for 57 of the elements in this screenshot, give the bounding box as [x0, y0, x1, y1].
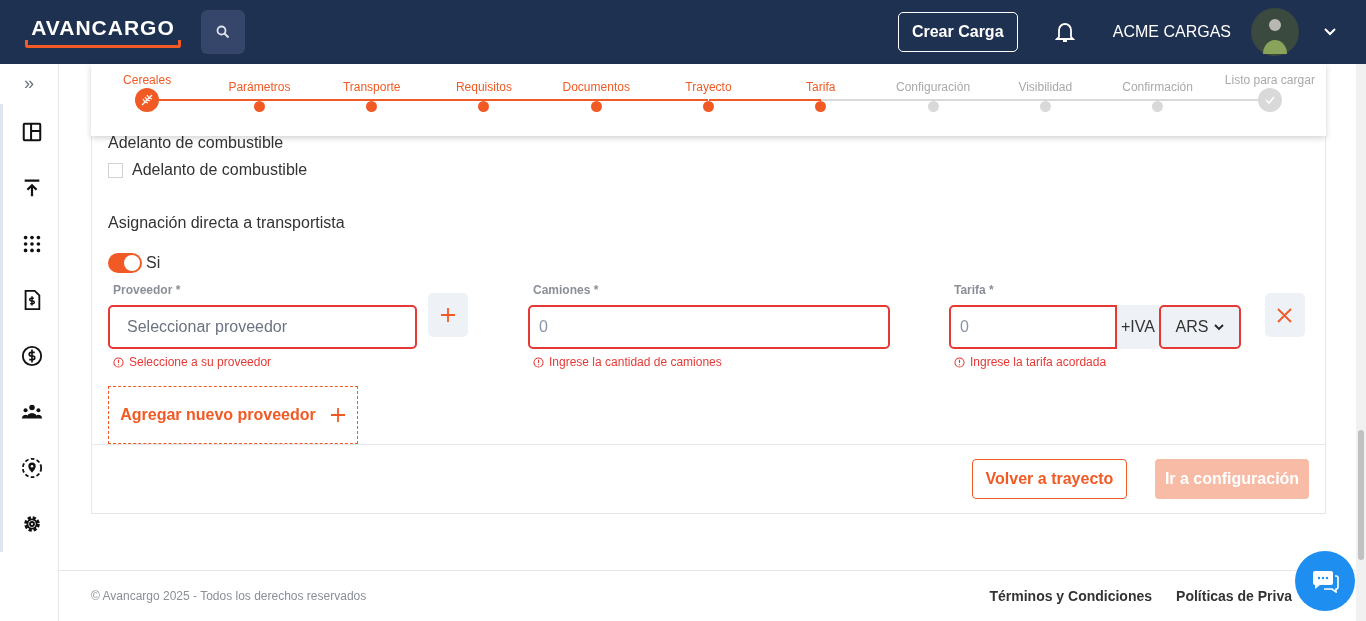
error-icon: [113, 356, 124, 368]
plus-icon: [329, 407, 346, 423]
toggle-label: Si: [146, 253, 161, 273]
step-label: Tarifa: [806, 80, 836, 94]
step-label: Visibilidad: [1018, 80, 1073, 94]
error-message: Seleccione a su proveedor: [129, 354, 272, 371]
chat-icon: [1311, 569, 1339, 593]
toggle-switch[interactable]: [108, 253, 142, 273]
avatar[interactable]: [1251, 8, 1299, 56]
rate-field[interactable]: 0: [949, 305, 1117, 349]
field-label: Camiones *: [532, 282, 600, 299]
step-label: Documentos: [562, 80, 630, 94]
section-title: Adelanto de combustible: [108, 135, 285, 151]
search-icon: [216, 25, 230, 39]
tax-suffix: +IVA: [1117, 305, 1159, 349]
plus-icon: [440, 307, 456, 323]
provider-field[interactable]: Seleccionar proveedor: [108, 305, 417, 349]
step-label: Trayecto: [685, 80, 732, 94]
footer-link[interactable]: Términos y Condiciones: [989, 585, 1153, 607]
error-icon: [533, 356, 544, 368]
add-button[interactable]: [428, 293, 468, 337]
footer-link[interactable]: Políticas de Priva: [1176, 585, 1292, 607]
error-message: Ingrese la cantidad de camiones: [549, 354, 722, 371]
trucks-field[interactable]: 0: [528, 305, 890, 349]
step-label: Transporte: [342, 80, 401, 94]
layout-icon: [21, 121, 43, 143]
step-label: Cereales: [123, 73, 172, 87]
step-label: Requisitos: [455, 80, 512, 94]
logo[interactable]: AVANCARGO: [31, 16, 175, 40]
error-icon: [954, 356, 965, 368]
scrollbar[interactable]: [1356, 64, 1366, 621]
checkbox-label: Adelanto de combustible: [132, 160, 308, 180]
location-icon: [21, 457, 43, 479]
grid-icon: [21, 233, 43, 255]
step-label: Confirmación: [1122, 80, 1193, 94]
gear-icon: [21, 513, 43, 535]
expand-button[interactable]: »: [24, 74, 34, 92]
create-load-button[interactable]: Crear Carga: [897, 12, 1018, 52]
dollar-icon: [21, 345, 43, 367]
error-message: Ingrese la tarifa acordada: [970, 354, 1107, 371]
currency-select[interactable]: ARS: [1158, 305, 1241, 349]
chevron-down-icon: [1214, 323, 1225, 331]
step-label: Listo para cargar: [1224, 73, 1315, 87]
step-label: Configuración: [896, 80, 971, 94]
chevron-down-icon[interactable]: [1324, 28, 1336, 36]
checkbox[interactable]: [108, 162, 123, 178]
search-button[interactable]: [201, 10, 245, 54]
chat-button[interactable]: [1295, 551, 1355, 611]
remove-button[interactable]: [1264, 293, 1305, 337]
field-label: Proveedor *: [112, 282, 182, 299]
step-label: Parámetros: [228, 80, 291, 94]
bell-icon[interactable]: [1054, 21, 1075, 43]
close-icon: [1277, 307, 1293, 323]
field-label: Tarifa *: [953, 282, 995, 299]
section-title: Asignación directa a transportista: [108, 213, 346, 233]
company-name: ACME CARGAS: [1112, 22, 1231, 42]
copyright-text: © Avancargo 2025 - Todos los derechos reservados: [91, 588, 367, 605]
